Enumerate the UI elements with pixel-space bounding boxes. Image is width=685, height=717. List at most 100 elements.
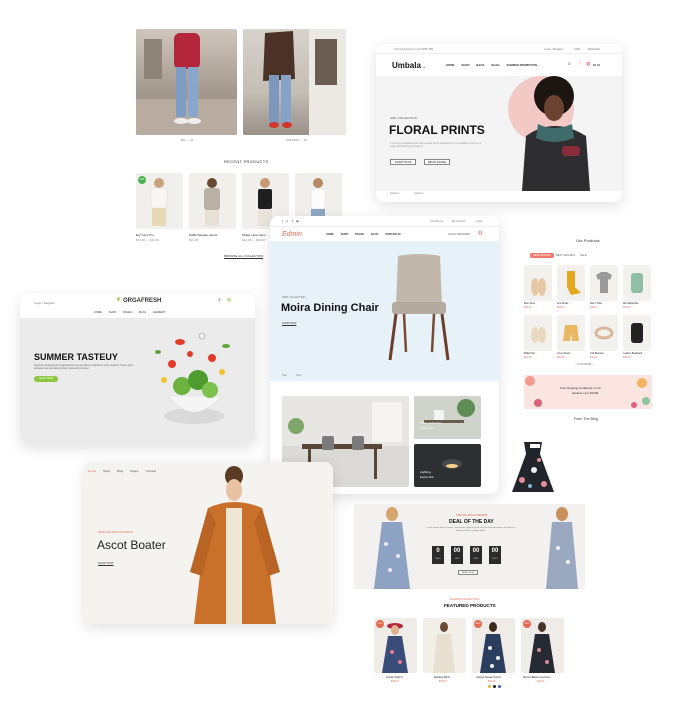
countdown-hours-value: 00 [453,548,461,554]
ascot-nav-pages[interactable]: Pages [130,469,139,473]
recent-product-price-1: $14.00 — $15.00 [136,238,160,242]
featured-price-4: $42.00 [537,680,545,683]
ascot-shop-now-button[interactable]: SHOP NOW [98,561,114,565]
umbala-language[interactable]: ENGLISH [588,47,600,51]
featured-name-2[interactable]: Wedding Band [434,676,450,679]
product-tile-7[interactable] [590,315,618,351]
ascot-nav-home[interactable]: Home [88,469,96,473]
featured-price-2: $45.00 [439,680,447,683]
tile-office[interactable] [414,396,481,439]
wishlist-icon[interactable]: ♡ [578,62,582,67]
product-price-4: $32.00 [623,306,631,309]
swatch-black[interactable] [493,685,496,688]
umbala-nav-home[interactable]: HOME [446,63,454,67]
edmin-footer-shop: Shop [296,374,302,377]
edmin-nav-blog[interactable]: BLOG [371,233,379,236]
edmin-nav: HOME SHOP PAGES BLOG PORTFOLIO [326,233,408,236]
umbala-nav-bags[interactable]: BAGS [476,63,484,67]
orga-nav-element[interactable]: ELEMENT [153,311,165,314]
edmin-shop-now-button[interactable]: SHOP NOW [282,322,296,325]
umbala-currency[interactable]: USD [574,47,580,51]
product-tile-2[interactable] [557,265,585,301]
floral-dress-photo [512,442,554,492]
browse-all-link[interactable]: BROWSE ALL COLLECTION [224,254,263,258]
product-name-8[interactable]: Leather Backpack [623,352,642,355]
featured-name-3[interactable]: Clipped Women Porcini [476,676,501,679]
edmin-nav-shop[interactable]: SHOP [341,233,348,236]
product-tile-5[interactable] [524,315,552,351]
orga-login-link[interactable]: Login / Register [34,301,55,305]
deal-shop-now-button[interactable]: SHOP NOW [458,570,478,575]
umbala-logo[interactable]: Umbala [392,61,421,70]
product-tile-6[interactable] [557,315,585,351]
load-more-link[interactable]: — LOAD MORE — [574,363,594,366]
tab-new-arrival[interactable]: NEW ARRIVAL [530,253,554,258]
orga-nav-shop[interactable]: SHOP [109,311,116,314]
umbala-shop-now-button[interactable]: SHOP NOW [390,159,416,165]
recent-product-image-2[interactable] [189,173,236,229]
model-floral-dress-left-photo [374,507,410,589]
tab-sale[interactable]: SALE [580,253,587,258]
orga-nav-pages[interactable]: PAGES [123,311,132,314]
umbala-login-link[interactable]: Login / Register [544,47,564,51]
orga-nav-home[interactable]: HOME [94,311,102,314]
orga-nav-blog[interactable]: BLOG [139,311,146,314]
cart-icon[interactable]: ◍ [478,231,482,236]
product-name-3[interactable]: Star T-Shirt [590,302,602,305]
umbala-nav-shop[interactable]: SHOP [461,63,469,67]
umbala-nav-summer[interactable]: SUMMER PROMOTION [507,63,537,67]
model-curly-hair-photo [522,76,590,191]
edmin-nav-pages[interactable]: PAGES [355,233,364,236]
featured-name-4[interactable]: Women Black Long Dress [523,676,551,679]
umbala-hero-title: FLORAL PRINTS [389,123,485,137]
thumb-photo-1[interactable] [136,29,237,135]
search-icon[interactable]: ⌕ [568,62,571,67]
product-price-3: $18.00 [590,306,598,309]
product-name-6[interactable]: Linen Shorts [557,352,570,355]
product-name-4[interactable]: Mini Backpack [623,302,638,305]
recent-product-name-3[interactable]: Shalie Lace Cami [242,233,266,237]
cart-icon[interactable]: ◍ [586,62,590,67]
edmin-contact[interactable]: Contact Us [430,220,443,223]
tab-best-sellers[interactable]: BEST SELLERS [556,253,575,258]
featured-product-image-2[interactable] [423,618,466,673]
featured-badge-3: NEW [474,620,482,628]
product-tile-8[interactable] [623,315,651,351]
edmin-logo[interactable]: Edmin [282,231,302,238]
umbala-nav-blog[interactable]: BLOG [491,63,499,67]
tile-lighting[interactable] [414,444,481,487]
office-photo [424,399,475,423]
edmin-nav-home[interactable]: HOME [326,233,334,236]
recent-product-name-1[interactable]: Ety Tunic Pro [136,233,154,237]
recent-product-name-2[interactable]: Daffle Rarasle reboot [189,233,217,237]
ascot-nav-contact[interactable]: Contact [146,469,156,473]
product-tile-4[interactable] [623,265,651,301]
thumb-photo-2[interactable] [243,29,346,135]
product-name-1[interactable]: Bow Shoe [524,302,535,305]
orga-shop-now-button[interactable]: SHOP NOW [34,376,58,382]
our-products-title: Our Products [576,238,600,243]
product-tile-3[interactable] [590,265,618,301]
ascot-nav-shop[interactable]: Shop [103,469,110,473]
product-name-5[interactable]: Ballet Flat [524,352,535,355]
top-fashion-thumbnails: JAN — 11 COLORS — 12 [136,29,346,149]
ascot-nav-blog[interactable]: Blog [117,469,123,473]
edmin-login-register[interactable]: LOGIN / REGISTER [448,233,470,236]
product-name-2[interactable]: Knit Socks [557,302,568,305]
product-tile-1[interactable] [524,265,552,301]
edmin-login[interactable]: Login [476,220,482,223]
search-icon[interactable]: ⌕ [218,298,221,303]
free-shipping-banner[interactable]: Free shipping worldwide on all baskets o… [524,375,652,409]
shorts-photo [563,325,579,341]
floral-dress-thumb[interactable] [504,440,562,495]
edmin-account[interactable]: My Account [452,220,465,223]
featured-name-1[interactable]: Jewelin Wrap S [386,676,403,679]
cart-icon[interactable]: ◍ [227,298,231,303]
swatch-yellow[interactable] [488,685,491,688]
orga-logo[interactable]: ORGAFRESH [123,298,161,304]
product-name-7[interactable]: Cuff Bracelet [590,352,604,355]
edmin-nav-portfolio[interactable]: PORTFOLIO [386,233,401,236]
social-icons[interactable]: f ◎ ✦ ▶ [282,220,300,223]
umbala-read-more-button[interactable]: READ MORE [424,159,450,165]
swatch-blue[interactable] [498,685,501,688]
